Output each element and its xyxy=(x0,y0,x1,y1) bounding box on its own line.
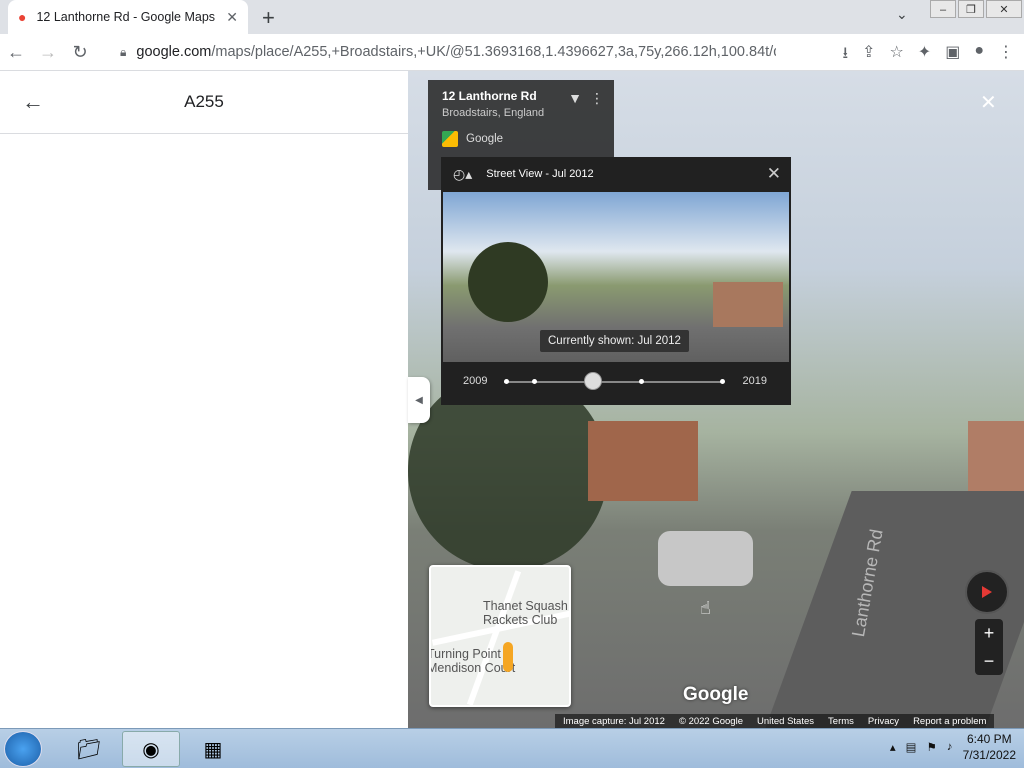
mini-map[interactable]: Thanet Squash Rackets Club Turning Point M… xyxy=(429,565,571,707)
car-shape xyxy=(658,531,753,586)
source-label: Google xyxy=(442,131,600,147)
clock-date: 7/31/2022 xyxy=(962,748,1016,762)
extensions-icon[interactable]: ✦ xyxy=(918,42,931,69)
location-pin-icon[interactable]: ▼ xyxy=(568,90,582,107)
window-controls: – ❐ ✕ xyxy=(928,0,1022,18)
side-panel: ← A255 xyxy=(0,71,408,728)
taskbar: 📁︎ ◉ ▦ ▴ ▤ ⚑ ♪ 6:40 PM 7/31/2022 xyxy=(0,728,1024,768)
restore-button[interactable]: ❐ xyxy=(958,0,984,18)
close-tab-icon[interactable]: ✕ xyxy=(226,9,238,26)
tab-strip: ● 12 Lanthorne Rd - Google Maps ✕ + ⌄ – … xyxy=(0,0,1024,34)
close-window-button[interactable]: ✕ xyxy=(986,0,1022,18)
reload-icon[interactable]: ↻ xyxy=(64,42,96,63)
forward-icon[interactable]: → xyxy=(32,42,64,63)
file-explorer-icon[interactable]: 📁︎ xyxy=(60,731,118,767)
lock-icon[interactable]: 🔒︎ xyxy=(120,45,126,60)
time-machine-header: ◴▴ Street View - Jul 2012 xyxy=(441,157,791,191)
preview-house xyxy=(713,282,783,327)
compass-button[interactable] xyxy=(965,570,1009,614)
privacy-link[interactable]: Privacy xyxy=(868,716,899,727)
show-hidden-icons-icon[interactable]: ▴ xyxy=(890,740,896,754)
end-year: 2019 xyxy=(742,375,767,387)
time-machine-title: Street View - Jul 2012 xyxy=(486,168,594,180)
tab-search-icon[interactable]: ⌄ xyxy=(896,6,908,23)
google-watermark: Google xyxy=(683,684,749,705)
mini-map-road xyxy=(466,570,522,705)
address-subtitle: Broadstairs, England xyxy=(442,107,545,119)
currently-shown-tooltip: Currently shown: Jul 2012 xyxy=(540,330,689,352)
start-button[interactable] xyxy=(4,731,42,767)
place-label-squash: Thanet Squash Rackets Club xyxy=(483,599,568,627)
terms-link[interactable]: Terms xyxy=(828,716,854,727)
profile-avatar-icon[interactable]: ● xyxy=(974,42,984,69)
chrome-icon[interactable]: ◉ xyxy=(122,731,180,767)
bookmark-star-icon[interactable]: ☆ xyxy=(889,42,903,69)
zoom-out-button[interactable]: − xyxy=(975,647,1003,675)
tab-title: 12 Lanthorne Rd - Google Maps xyxy=(36,10,216,24)
house-shape xyxy=(968,421,1024,491)
control-panel-icon[interactable]: ▦ xyxy=(184,731,242,767)
address-bar[interactable]: 🔒︎ google.com/maps/place/A255,+Broadstai… xyxy=(110,37,880,67)
menu-icon[interactable]: ⋮ xyxy=(998,42,1014,69)
timeline-tick[interactable] xyxy=(720,379,725,384)
preview-image[interactable]: Currently shown: Jul 2012 xyxy=(443,192,789,362)
zoom-controls: + − xyxy=(975,619,1003,675)
hand-cursor-icon: ☝ xyxy=(700,598,711,618)
image-capture-date: Image capture: Jul 2012 xyxy=(563,715,665,727)
clock-time: 6:40 PM xyxy=(966,732,1012,746)
close-street-view-icon[interactable]: ✕ xyxy=(980,90,997,115)
collapse-panel-button[interactable]: ◀ xyxy=(408,377,430,423)
house-shape xyxy=(588,421,698,501)
copyright: © 2022 Google xyxy=(678,715,743,727)
url-text: google.com/maps/place/A255,+Broadstairs,… xyxy=(136,44,777,60)
install-icon[interactable]: ⭳ xyxy=(842,42,848,69)
share-icon[interactable]: ⇪ xyxy=(862,42,875,69)
panel-header: ← A255 xyxy=(0,71,408,134)
system-tray: ▴ ▤ ⚑ ♪ 6:40 PM 7/31/2022 xyxy=(890,731,1016,763)
page-title: A255 xyxy=(184,92,224,111)
timeline-thumb[interactable] xyxy=(584,372,602,390)
timeline-tick[interactable] xyxy=(532,379,537,384)
address-actions: ▼ ⋮ xyxy=(568,90,604,107)
new-tab-button[interactable]: + xyxy=(262,5,275,31)
action-center-icon[interactable]: ⚑ xyxy=(927,740,937,754)
browser-tab[interactable]: ● 12 Lanthorne Rd - Google Maps ✕ xyxy=(8,0,248,34)
preview-tree xyxy=(468,242,548,322)
pegman-icon[interactable] xyxy=(503,642,513,672)
timeline-tick[interactable] xyxy=(639,379,644,384)
maps-favicon-icon: ● xyxy=(18,9,27,25)
back-arrow-icon[interactable]: ← xyxy=(22,89,44,115)
start-year: 2009 xyxy=(463,375,488,387)
volume-icon[interactable]: ♪ xyxy=(947,741,953,753)
browser-toolbar: ← → ↻ 🔒︎ google.com/maps/place/A255,+Bro… xyxy=(0,34,1024,71)
toolbar-icons: ⭳ ⇪ ☆ ✦ ▣ ● ⋮ xyxy=(842,42,1014,69)
minimize-button[interactable]: – xyxy=(930,0,956,18)
back-icon[interactable]: ← xyxy=(0,42,32,63)
close-time-machine-icon[interactable]: ✕ xyxy=(767,164,781,184)
region-link[interactable]: United States xyxy=(757,716,814,727)
report-problem-link[interactable]: Report a problem xyxy=(913,716,986,727)
side-panel-icon[interactable]: ▣ xyxy=(945,42,960,69)
timeline-slider[interactable]: 2009 2019 xyxy=(441,369,791,395)
time-machine-panel: ◴▴ Street View - Jul 2012 ✕ Currently sh… xyxy=(441,157,791,405)
clock[interactable]: 6:40 PM 7/31/2022 xyxy=(963,731,1016,763)
more-options-icon[interactable]: ⋮ xyxy=(590,90,604,107)
timeline-tick[interactable] xyxy=(504,379,509,384)
google-maps-logo-icon xyxy=(442,131,458,147)
compass-needle-icon xyxy=(982,586,992,598)
timeline-track[interactable] xyxy=(504,381,724,383)
zoom-in-button[interactable]: + xyxy=(975,619,1003,647)
network-icon[interactable]: ▤ xyxy=(906,740,917,754)
map-footer: Image capture: Jul 2012 © 2022 Google Un… xyxy=(555,714,995,728)
source-text: Google xyxy=(466,133,504,145)
history-clock-icon[interactable]: ◴▴ xyxy=(453,166,472,182)
